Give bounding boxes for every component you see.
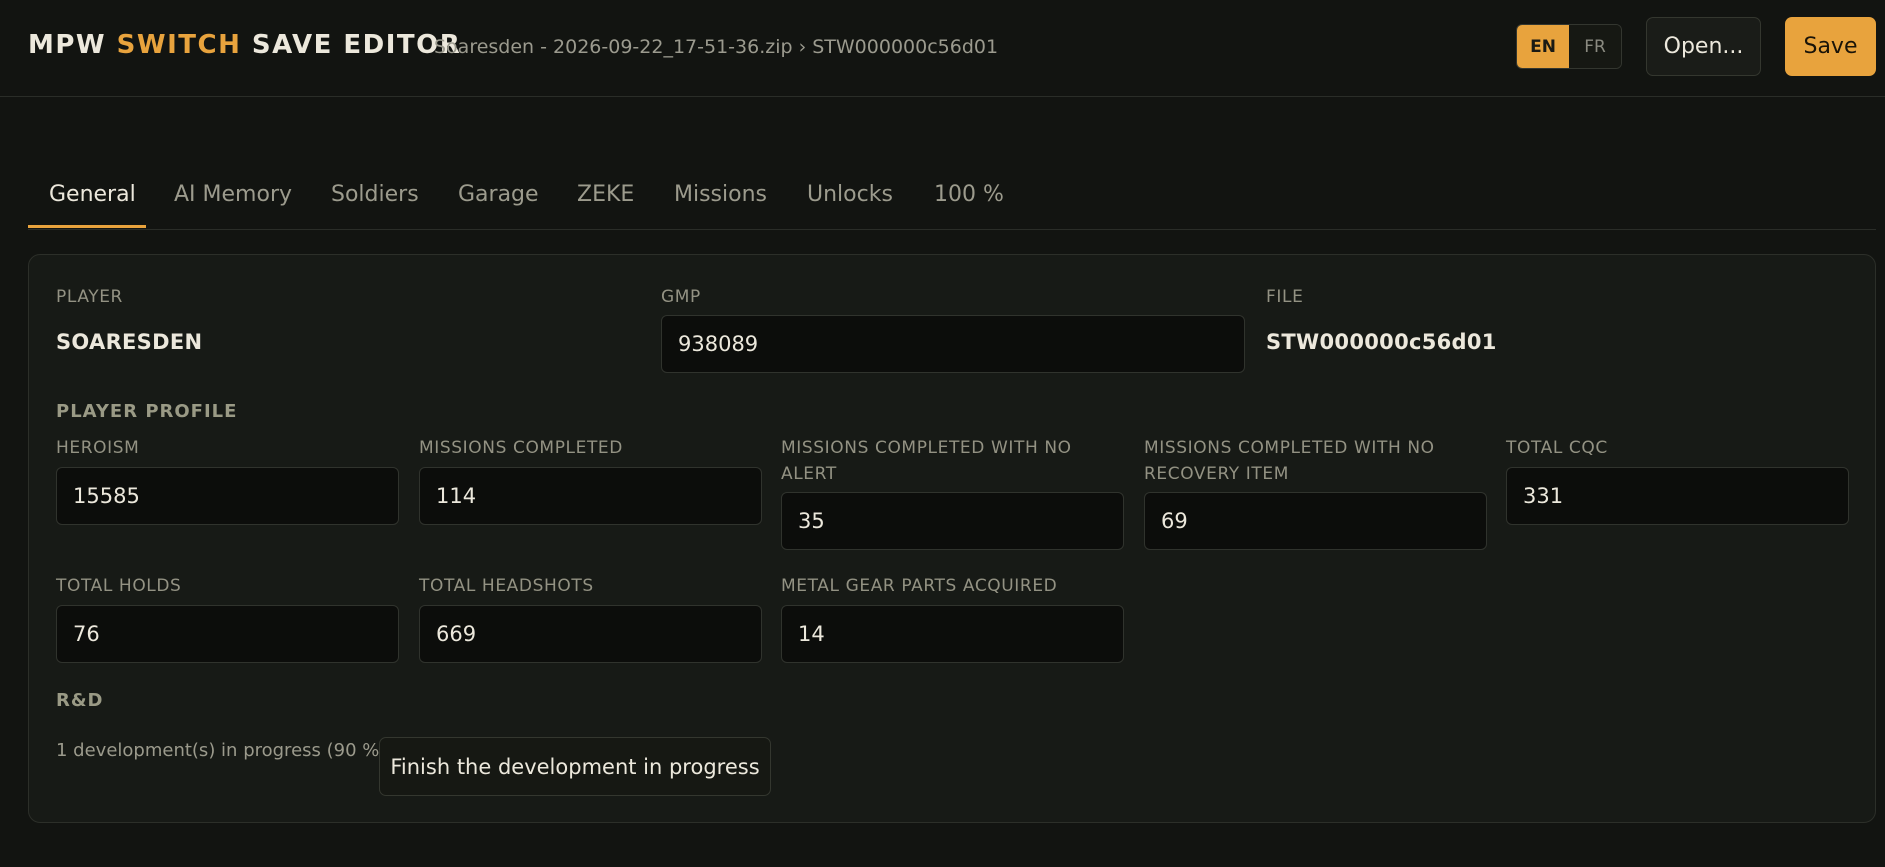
total-holds-input[interactable]: 76 — [56, 605, 399, 663]
tab-soldiers[interactable]: Soldiers — [331, 182, 419, 207]
tab-zeke[interactable]: ZEKE — [577, 182, 634, 207]
rnd-heading: R&D — [56, 690, 104, 711]
total-holds-label: TOTAL HOLDS — [56, 576, 182, 596]
active-tab-indicator — [28, 225, 146, 228]
tab-bar: General AI Memory Soldiers Garage ZEKE M… — [28, 170, 1876, 230]
tab-garage[interactable]: Garage — [458, 182, 539, 207]
missions-no-recovery-input[interactable]: 69 — [1144, 492, 1487, 550]
breadcrumb: Soaresden - 2026-09-22_17-51-36.zip › ST… — [434, 36, 999, 58]
file-name: STW000000c56d01 — [1266, 330, 1497, 354]
open-button[interactable]: Open... — [1646, 17, 1761, 76]
lang-fr-button[interactable]: FR — [1569, 25, 1621, 68]
total-cqc-label: TOTAL CQC — [1506, 438, 1608, 458]
player-profile-heading: PLAYER PROFILE — [56, 401, 238, 422]
save-button[interactable]: Save — [1785, 17, 1876, 76]
finish-development-button[interactable]: Finish the development in progress — [379, 737, 771, 796]
general-panel: PLAYER SOARESDEN GMP 938089 FILE STW0000… — [28, 254, 1876, 823]
total-headshots-label: TOTAL HEADSHOTS — [419, 576, 594, 596]
heroism-label: HEROISM — [56, 438, 140, 458]
tab-missions[interactable]: Missions — [674, 182, 767, 207]
heroism-input[interactable]: 15585 — [56, 467, 399, 525]
app-title-part2: SAVE EDITOR — [241, 30, 462, 60]
total-headshots-input[interactable]: 669 — [419, 605, 762, 663]
tab-ai-memory[interactable]: AI Memory — [174, 182, 292, 207]
metal-gear-parts-label: METAL GEAR PARTS ACQUIRED — [781, 576, 1058, 596]
tab-general[interactable]: General — [49, 182, 136, 207]
app-title-part1: MPW — [28, 30, 117, 60]
missions-no-recovery-label: MISSIONS COMPLETED WITH NO RECOVERY ITEM — [1144, 438, 1435, 484]
missions-completed-input[interactable]: 114 — [419, 467, 762, 525]
tab-100-percent[interactable]: 100 % — [934, 182, 1004, 207]
missions-no-alert-input[interactable]: 35 — [781, 492, 1124, 550]
metal-gear-parts-input[interactable]: 14 — [781, 605, 1124, 663]
gmp-input[interactable]: 938089 — [661, 315, 1245, 373]
total-cqc-input[interactable]: 331 — [1506, 467, 1849, 525]
player-label: PLAYER — [56, 287, 123, 307]
gmp-label: GMP — [661, 287, 701, 307]
missions-completed-label: MISSIONS COMPLETED — [419, 438, 623, 458]
app-title-accent: SWITCH — [116, 30, 242, 60]
tab-unlocks[interactable]: Unlocks — [807, 182, 893, 207]
lang-en-button[interactable]: EN — [1517, 25, 1569, 68]
app-title: MPW SWITCH SAVE EDITOR — [28, 30, 461, 60]
file-label: FILE — [1266, 287, 1304, 307]
language-switcher: EN FR — [1516, 24, 1622, 69]
missions-no-alert-label: MISSIONS COMPLETED WITH NO ALERT — [781, 438, 1072, 484]
rnd-status-text: 1 development(s) in progress (90 %) — [56, 740, 387, 761]
top-bar: MPW SWITCH SAVE EDITOR Soaresden - 2026-… — [0, 0, 1885, 97]
player-name: SOARESDEN — [56, 330, 203, 354]
